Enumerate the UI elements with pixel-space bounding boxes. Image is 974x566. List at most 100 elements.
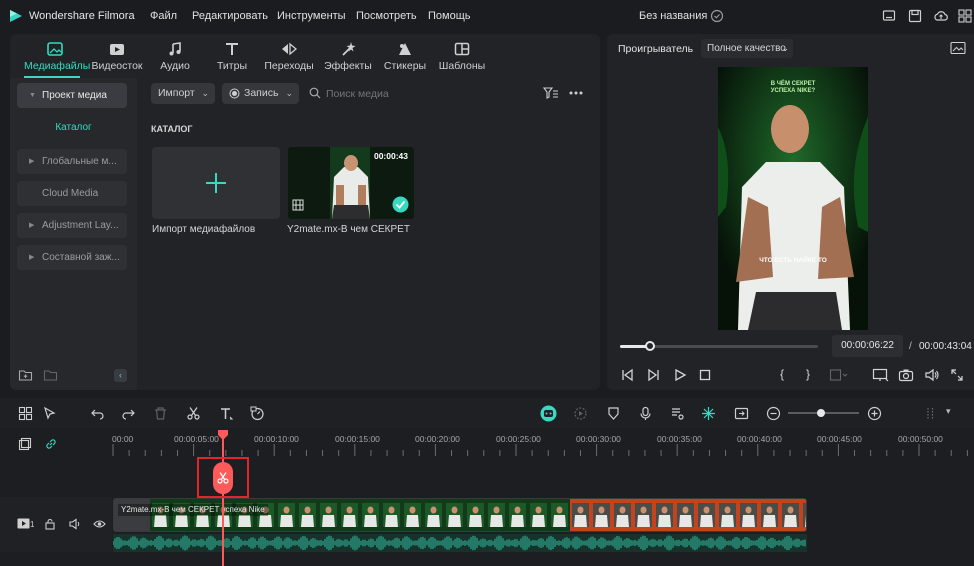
clip-frame: [549, 499, 570, 531]
text-tool-icon[interactable]: [219, 406, 234, 421]
clip-frame: [780, 499, 801, 531]
tab-titles[interactable]: Титры: [201, 39, 263, 79]
sidebar-item-project-media[interactable]: ▼ Проект медиа: [17, 83, 127, 108]
tab-label: Эффекты: [324, 60, 372, 72]
stop-icon[interactable]: [698, 368, 712, 382]
playback-scrubber-handle[interactable]: [644, 341, 655, 351]
expand-triangle-icon: ▶: [29, 222, 35, 229]
record-dropdown[interactable]: Запись ⌄: [222, 83, 299, 104]
playback-progress-track[interactable]: [620, 341, 818, 351]
playhead-handle[interactable]: [218, 430, 228, 440]
ruler-tick-label: 00:00:15:00: [335, 434, 380, 444]
split-scissors-icon[interactable]: [186, 406, 201, 421]
sidebar-item-label: Cloud Media: [42, 188, 99, 199]
tab-effects[interactable]: Эффекты: [317, 39, 379, 79]
playhead-line[interactable]: [222, 430, 224, 566]
music-note-icon: [169, 42, 181, 56]
monitor-icon[interactable]: [881, 8, 897, 24]
panel-layout-icon[interactable]: [925, 406, 940, 421]
tab-transitions[interactable]: Переходы: [258, 39, 320, 79]
next-frame-icon[interactable]: [647, 368, 661, 382]
clip-frame: [717, 499, 738, 531]
titles-icon: [226, 43, 238, 55]
tab-label: Переходы: [264, 60, 314, 72]
zoom-in-icon[interactable]: [867, 406, 882, 421]
project-title: Без названия: [639, 10, 708, 22]
tab-media[interactable]: Медиафайлы: [24, 39, 90, 79]
filter-icon[interactable]: [543, 86, 559, 100]
add-track-icon[interactable]: [18, 437, 32, 451]
tab-audio[interactable]: Аудио: [144, 39, 206, 79]
sidebar-item-cloud-media[interactable]: Cloud Media: [17, 181, 127, 206]
title-bar: Wondershare Filmora Файл Редактировать И…: [0, 0, 974, 33]
search-icon: [309, 87, 321, 99]
tab-templates[interactable]: Шаблоны: [431, 39, 493, 79]
video-file-name: Y2mate.mx-В чем СЕКРЕТ у...: [287, 224, 413, 235]
redo-icon[interactable]: [121, 406, 136, 421]
mark-in-icon[interactable]: {: [780, 367, 784, 381]
sidebar-item-catalog[interactable]: Каталог: [10, 122, 137, 133]
shield-marker-icon[interactable]: [606, 406, 621, 421]
fullscreen-icon[interactable]: [950, 368, 964, 382]
sidebar-item-compound-clip[interactable]: ▶ Составной заж...: [17, 245, 127, 270]
image-icon[interactable]: [950, 41, 966, 55]
zoom-slider-handle[interactable]: [817, 409, 825, 417]
audio-mixer-icon[interactable]: [670, 406, 685, 421]
collapse-sidebar-button[interactable]: ‹: [114, 369, 127, 382]
sidebar-item-adjustment-layer[interactable]: ▶ Adjustment Lay...: [17, 213, 127, 238]
import-dropdown[interactable]: Импорт ⌄: [151, 83, 215, 104]
menu-tools[interactable]: Инструменты: [277, 10, 346, 22]
render-preview-icon[interactable]: [734, 406, 749, 421]
sidebar-item-label: Проект медиа: [42, 90, 107, 101]
apps-grid-icon[interactable]: [957, 8, 973, 24]
quality-dropdown[interactable]: Полное качество ⌄: [701, 39, 793, 58]
lock-icon[interactable]: [44, 518, 56, 530]
tab-stickers[interactable]: Стикеры: [374, 39, 436, 79]
snapshot-camera-icon[interactable]: [898, 368, 914, 382]
sidebar-item-global-media[interactable]: ▶ Глобальные м...: [17, 149, 127, 174]
cloud-upload-icon[interactable]: [933, 8, 949, 24]
magnetic-snap-icon[interactable]: [701, 406, 716, 421]
speed-ramp-icon[interactable]: [250, 406, 265, 421]
tab-stock-video[interactable]: Видеосток: [86, 39, 148, 79]
media-item-video[interactable]: 00:00:43: [288, 147, 414, 219]
zoom-out-icon[interactable]: [766, 406, 781, 421]
link-icon[interactable]: [44, 437, 58, 451]
current-time[interactable]: 00:00:06:22: [832, 335, 903, 357]
folder-icon[interactable]: [43, 368, 58, 382]
delete-icon[interactable]: [153, 406, 168, 421]
volume-icon[interactable]: [924, 368, 940, 382]
menu-view[interactable]: Посмотреть: [356, 10, 417, 22]
chevron-down-icon: ⌄: [781, 43, 789, 53]
play-icon[interactable]: [673, 368, 687, 382]
ai-assistant-icon[interactable]: [540, 405, 557, 422]
import-media-card[interactable]: [152, 147, 280, 219]
display-settings-icon[interactable]: [872, 368, 890, 382]
eye-visibility-icon[interactable]: [93, 518, 106, 530]
search-input[interactable]: [326, 84, 526, 104]
microphone-icon[interactable]: [638, 406, 653, 421]
mute-speaker-icon[interactable]: [69, 518, 81, 530]
menu-file[interactable]: Файл: [150, 10, 177, 22]
chevron-down-icon[interactable]: ▾: [946, 406, 951, 417]
menu-help[interactable]: Помощь: [428, 10, 471, 22]
plus-icon: [206, 173, 226, 193]
menu-edit[interactable]: Редактировать: [192, 10, 268, 22]
insert-menu-icon[interactable]: [829, 368, 849, 382]
ruler-tick-label: 00:00:20:00: [415, 434, 460, 444]
tab-label: Аудио: [160, 60, 190, 72]
previous-frame-icon[interactable]: [620, 368, 634, 382]
record-icon: [229, 88, 240, 99]
auto-render-icon[interactable]: [573, 406, 588, 421]
tab-label: Видеосток: [91, 60, 143, 72]
save-icon[interactable]: [907, 8, 923, 24]
ruler-tick-label: 00:00: [112, 434, 134, 444]
undo-icon[interactable]: [90, 406, 105, 421]
more-options-icon[interactable]: [568, 86, 584, 100]
select-pointer-icon[interactable]: [43, 406, 58, 421]
new-folder-icon[interactable]: [18, 368, 33, 382]
layout-grid-icon[interactable]: [18, 406, 33, 421]
video-clip[interactable]: Y2mate.mx-В чем СЕКРЕТ успеха Nike: [113, 498, 807, 532]
split-cursor-button[interactable]: [213, 462, 233, 494]
mark-out-icon[interactable]: }: [806, 367, 810, 381]
